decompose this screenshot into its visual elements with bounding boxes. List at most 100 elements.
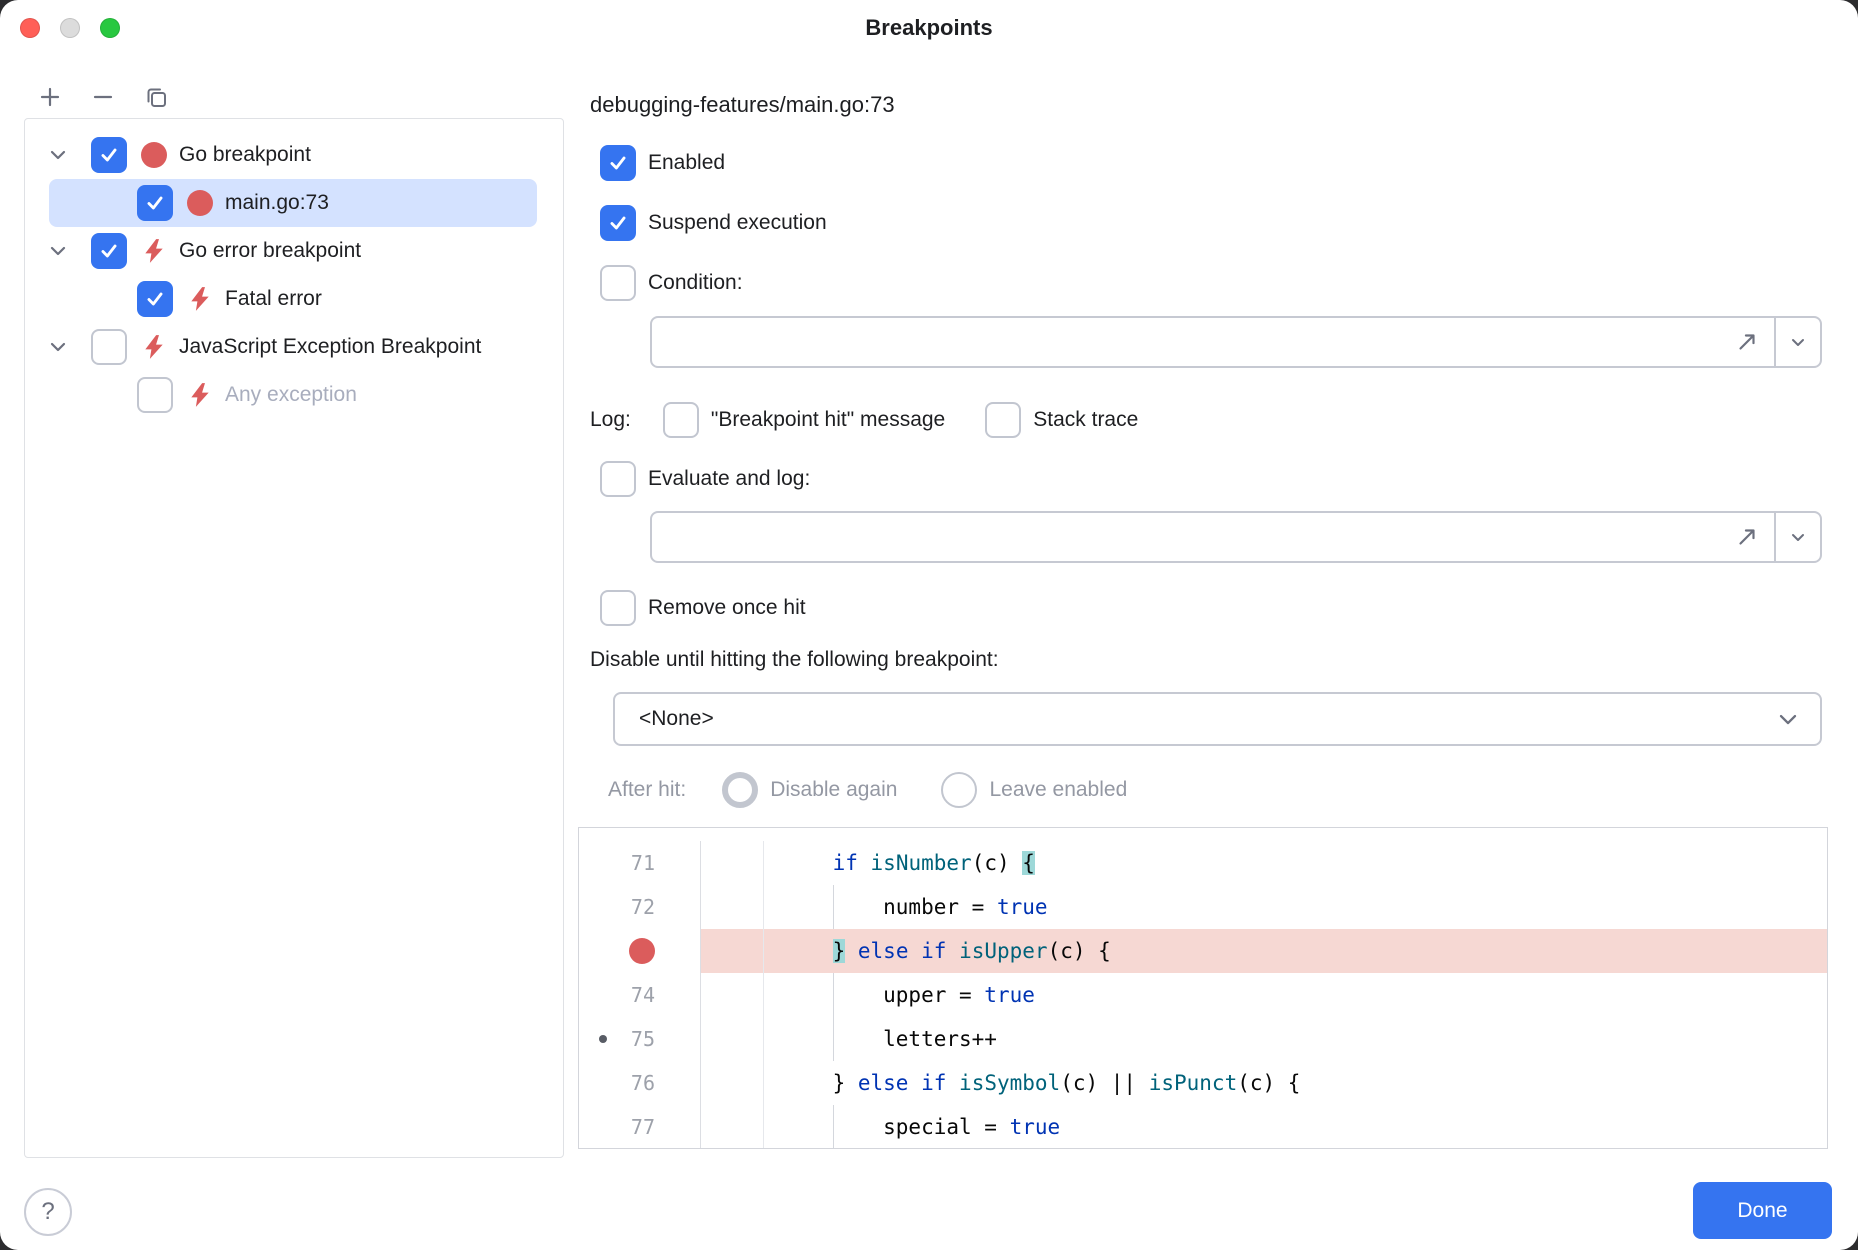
- evaluate-label: Evaluate and log:: [648, 467, 810, 491]
- gutter-strip: [701, 885, 764, 929]
- gutter-strip: [701, 1061, 764, 1105]
- remove-once-checkbox[interactable]: [600, 590, 636, 626]
- code-token: isNumber: [871, 851, 972, 875]
- code-text: } else if isSymbol(c) || isPunct(c) {: [764, 1061, 1827, 1105]
- add-breakpoint-icon[interactable]: [36, 83, 64, 111]
- evaluate-input[interactable]: [652, 513, 1732, 561]
- error-bolt-icon: [187, 286, 213, 312]
- zoom-window-button[interactable]: [100, 18, 120, 38]
- breakpoints-tree[interactable]: Go breakpoint main.go:73 Go error breakpoi…: [24, 118, 564, 1158]
- code-token: true: [984, 983, 1035, 1007]
- chevron-down-icon[interactable]: [45, 238, 71, 264]
- code-token: if: [921, 1071, 946, 1095]
- condition-input[interactable]: [652, 318, 1732, 366]
- remove-breakpoint-icon[interactable]: [89, 83, 117, 111]
- code-line-75: 75 letters++: [579, 1017, 1827, 1061]
- line-number: 77: [631, 1115, 655, 1139]
- title-bar: Breakpoints: [0, 0, 1858, 56]
- code-token: [782, 939, 833, 963]
- code-text: upper = true: [764, 973, 1827, 1017]
- line-number: 71: [631, 851, 655, 875]
- tree-item-checkbox[interactable]: [137, 281, 173, 317]
- tree-row-go-error-breakpoint[interactable]: Go error breakpoint: [25, 227, 563, 275]
- close-window-button[interactable]: [20, 18, 40, 38]
- enabled-row: Enabled: [600, 145, 725, 181]
- line-number: 72: [631, 895, 655, 919]
- enabled-checkbox[interactable]: [600, 145, 636, 181]
- after-hit-label: After hit:: [608, 778, 686, 802]
- leave-enabled-radio[interactable]: [941, 772, 977, 808]
- suspend-label: Suspend execution: [648, 211, 827, 235]
- chevron-down-icon: [1774, 705, 1802, 733]
- log-label: Log:: [590, 408, 631, 432]
- tree-row-javascript-exception-breakpoint[interactable]: JavaScript Exception Breakpoint: [25, 323, 563, 371]
- chevron-down-icon[interactable]: [45, 334, 71, 360]
- code-line-76: 76 } else if isSymbol(c) || isPunct(c) {: [579, 1061, 1827, 1105]
- code-token: (c) ||: [1060, 1071, 1149, 1095]
- tree-item-label: Go error breakpoint: [179, 239, 361, 263]
- breakpoint-circle-icon: [141, 142, 167, 168]
- code-token: number =: [782, 895, 997, 919]
- after-hit-row: After hit: Disable again Leave enabled: [608, 772, 1127, 808]
- tree-row-main-go-73[interactable]: main.go:73: [49, 179, 537, 227]
- tree-item-label: Go breakpoint: [179, 143, 311, 167]
- code-text: special = true: [764, 1105, 1827, 1149]
- code-preview-panel[interactable]: 71 if isNumber(c) {72 number = true } el…: [578, 827, 1828, 1149]
- breakpoint-hit-message-checkbox[interactable]: [663, 402, 699, 438]
- traffic-lights: [20, 18, 120, 38]
- code-token: [845, 939, 858, 963]
- tree-row-fatal-error[interactable]: Fatal error: [25, 275, 563, 323]
- line-number: 74: [631, 983, 655, 1007]
- tree-item-checkbox[interactable]: [137, 185, 173, 221]
- tree-item-label: Any exception: [225, 383, 357, 407]
- condition-row: Condition:: [600, 265, 743, 301]
- evaluate-row: Evaluate and log:: [600, 461, 810, 497]
- evaluate-checkbox[interactable]: [600, 461, 636, 497]
- remove-once-row: Remove once hit: [600, 590, 806, 626]
- code-token: else: [858, 939, 909, 963]
- tree-item-checkbox[interactable]: [91, 233, 127, 269]
- code-text: number = true: [764, 885, 1827, 929]
- suspend-checkbox[interactable]: [600, 205, 636, 241]
- expand-editor-icon[interactable]: [1732, 522, 1762, 552]
- tree-item-label: Fatal error: [225, 287, 322, 311]
- tree-item-checkbox[interactable]: [137, 377, 173, 413]
- evaluate-history-dropdown[interactable]: [1774, 513, 1820, 561]
- condition-label: Condition:: [648, 271, 743, 295]
- help-button[interactable]: ?: [24, 1188, 72, 1236]
- tree-item-checkbox[interactable]: [91, 329, 127, 365]
- code-token: true: [1010, 1115, 1061, 1139]
- code-line-77: 77 special = true: [579, 1105, 1827, 1149]
- tree-row-any-exception[interactable]: Any exception: [25, 371, 563, 419]
- breakpoint-dot-icon[interactable]: [629, 938, 655, 964]
- error-bolt-icon: [141, 334, 167, 360]
- code-token: }: [833, 939, 846, 963]
- disable-until-select[interactable]: <None>: [613, 692, 1822, 746]
- condition-checkbox[interactable]: [600, 265, 636, 301]
- evaluate-input-wrapper: [650, 511, 1822, 563]
- log-row: Log: "Breakpoint hit" message Stack trac…: [590, 402, 1138, 438]
- condition-history-dropdown[interactable]: [1774, 318, 1820, 366]
- code-token: isSymbol: [959, 1071, 1060, 1095]
- expand-editor-icon[interactable]: [1732, 327, 1762, 357]
- tree-row-go-breakpoint[interactable]: Go breakpoint: [25, 131, 563, 179]
- code-token: }: [782, 1071, 858, 1095]
- code-token: isPunct: [1149, 1071, 1238, 1095]
- minimize-window-button: [60, 18, 80, 38]
- disable-again-radio[interactable]: [722, 772, 758, 808]
- done-button[interactable]: Done: [1693, 1182, 1832, 1239]
- code-token: [908, 939, 921, 963]
- leave-enabled-label: Leave enabled: [989, 778, 1127, 802]
- code-token: [908, 1071, 921, 1095]
- code-token: [946, 939, 959, 963]
- code-token: [946, 1071, 959, 1095]
- stack-trace-checkbox[interactable]: [985, 402, 1021, 438]
- stack-trace-label: Stack trace: [1033, 408, 1138, 432]
- disable-again-label: Disable again: [770, 778, 897, 802]
- code-line-73: } else if isUpper(c) {: [579, 929, 1827, 973]
- tree-item-checkbox[interactable]: [91, 137, 127, 173]
- breakpoint-circle-icon: [187, 190, 213, 216]
- chevron-down-icon[interactable]: [45, 142, 71, 168]
- copy-icon[interactable]: [142, 83, 170, 111]
- gutter-strip: [701, 841, 764, 885]
